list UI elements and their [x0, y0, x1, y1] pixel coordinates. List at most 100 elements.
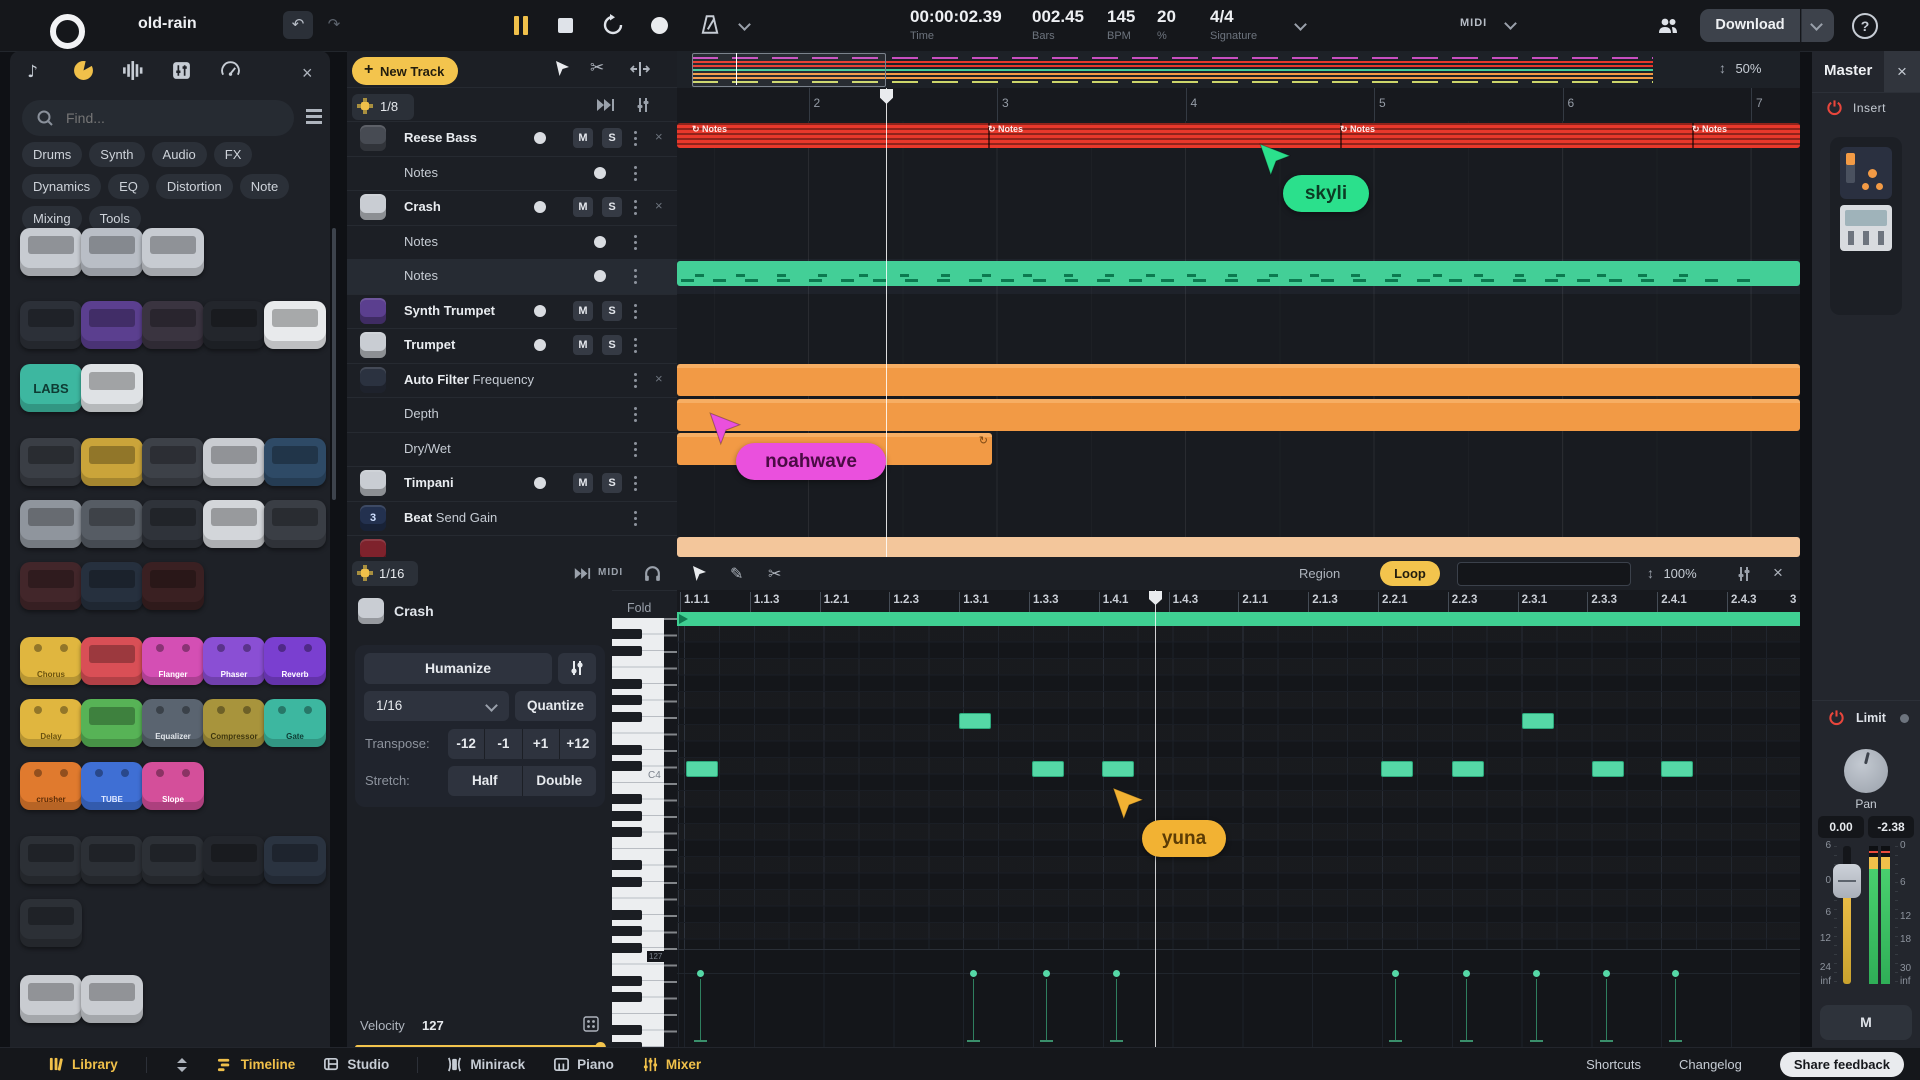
stretch-double[interactable]: Double [523, 766, 597, 796]
velocity-lane[interactable] [677, 949, 1800, 1047]
download-options-button[interactable] [1801, 9, 1834, 42]
dock-sort-icon[interactable] [175, 1057, 189, 1073]
meter-value-box[interactable]: -2.38 [1868, 816, 1914, 838]
redo-button[interactable]: ↷ [321, 14, 347, 36]
search-input[interactable] [64, 104, 278, 132]
library-item[interactable] [20, 228, 82, 276]
library-item-compressor[interactable]: Compressor [203, 699, 265, 747]
transport-chevron-icon[interactable] [738, 18, 751, 31]
library-item[interactable] [81, 438, 143, 486]
filter-pill-synth[interactable]: Synth [89, 142, 144, 167]
midi-note[interactable] [686, 761, 718, 777]
track-row-auto-filter[interactable]: Auto Filter Frequency× [347, 363, 677, 399]
timeline-ruler[interactable]: 234567 [677, 88, 1800, 122]
velocity-stem[interactable] [700, 979, 701, 1041]
track-row-crash[interactable]: CrashMS× [347, 190, 677, 226]
library-item[interactable] [81, 364, 143, 412]
library-item[interactable] [20, 899, 82, 947]
bottombar-link-changelog[interactable]: Changelog [1679, 1057, 1742, 1072]
library-item-equalizer[interactable]: Equalizer [142, 699, 204, 747]
filter-pill-audio[interactable]: Audio [152, 142, 207, 167]
mute-button[interactable]: M [573, 128, 593, 148]
midi-note[interactable] [1032, 761, 1064, 777]
velocity-dot[interactable] [1463, 970, 1470, 977]
velocity-stem[interactable] [1116, 979, 1117, 1041]
library-item[interactable] [142, 301, 204, 349]
midi-chevron-icon[interactable] [1504, 17, 1517, 30]
insert-plugin-thumb[interactable] [1840, 205, 1892, 251]
solo-button[interactable]: S [602, 473, 622, 493]
solo-button[interactable]: S [602, 197, 622, 217]
piano-black-key[interactable] [612, 976, 642, 986]
track-row-notes[interactable]: Notes [347, 259, 677, 295]
sidebar-scrollbar[interactable] [332, 228, 336, 500]
bottom-tab-studio[interactable]: Studio [323, 1056, 389, 1073]
track-filter-icon[interactable] [634, 97, 652, 113]
library-item[interactable] [142, 836, 204, 884]
library-item[interactable] [203, 500, 265, 548]
track-level-dot[interactable] [594, 236, 606, 248]
mute-button[interactable]: M [573, 335, 593, 355]
timeline-lane[interactable] [677, 294, 1800, 330]
velocity-dot[interactable] [970, 970, 977, 977]
piano-black-key[interactable] [612, 827, 642, 837]
pan-knob[interactable] [1844, 749, 1888, 793]
track-row[interactable] [347, 535, 677, 557]
pr-ruler[interactable]: 1.1.11.1.31.2.11.2.31.3.11.3.31.4.11.4.3… [677, 590, 1800, 612]
piano-black-key[interactable] [612, 646, 642, 656]
pointer-tool-icon[interactable] [553, 60, 571, 78]
midi-note[interactable] [959, 713, 991, 729]
help-button[interactable]: ? [1852, 13, 1878, 39]
velocity-stem[interactable] [973, 979, 974, 1041]
piano-black-key[interactable] [612, 943, 642, 953]
solo-button[interactable]: S [602, 301, 622, 321]
piano-black-key[interactable] [612, 877, 642, 887]
library-item[interactable] [81, 228, 143, 276]
track-menu-icon[interactable] [634, 517, 637, 520]
library-item[interactable] [142, 228, 204, 276]
playhead-line[interactable] [886, 88, 887, 557]
filter-pill-note[interactable]: Note [240, 174, 289, 199]
piano-black-key[interactable] [612, 679, 642, 689]
instruments-note-icon[interactable]: ♪ [24, 60, 46, 82]
track-row-timpani[interactable]: TimpaniMS [347, 466, 677, 502]
patches-knob-icon[interactable] [73, 60, 95, 82]
library-item[interactable] [20, 301, 82, 349]
piano-black-key[interactable] [612, 695, 642, 705]
master-mute-button[interactable]: M [1820, 1005, 1912, 1040]
velocity-stem[interactable] [1466, 979, 1467, 1041]
track-menu-icon[interactable] [634, 413, 637, 416]
bottombar-link-shortcuts[interactable]: Shortcuts [1586, 1057, 1641, 1072]
velocity-dot[interactable] [1392, 970, 1399, 977]
follow-playhead-icon[interactable] [595, 97, 615, 113]
track-level-dot[interactable] [594, 270, 606, 282]
fold-label[interactable]: Fold [627, 601, 651, 615]
library-item[interactable] [20, 500, 82, 548]
transport-stat[interactable]: 145BPM [1107, 7, 1135, 42]
transpose-minus1[interactable]: -1 [485, 729, 522, 759]
library-item[interactable] [81, 562, 143, 610]
midi-note[interactable] [1661, 761, 1693, 777]
piano-black-key[interactable] [612, 761, 642, 771]
pr-pointer-tool-icon[interactable] [690, 565, 708, 583]
track-row-beat[interactable]: 3Beat Send Gain [347, 501, 677, 537]
velocity-stem[interactable] [1606, 979, 1607, 1041]
pr-scissors-tool-icon[interactable]: ✂ [768, 564, 781, 584]
track-menu-icon[interactable] [634, 241, 637, 244]
track-row-notes[interactable]: Notes [347, 156, 677, 192]
loops-waveform-icon[interactable] [122, 60, 144, 82]
midi-indicator[interactable]: MIDI [1460, 17, 1487, 29]
share-feedback-button[interactable]: Share feedback [1780, 1052, 1904, 1077]
clip-auto[interactable] [677, 399, 1800, 431]
pr-playhead-line[interactable] [1155, 590, 1156, 1047]
track-row-trumpet[interactable]: TrumpetMS [347, 328, 677, 364]
clip-audio[interactable] [677, 537, 1800, 557]
piano-black-key[interactable] [612, 992, 642, 1002]
transport-stat[interactable]: 20% [1157, 7, 1176, 42]
library-item[interactable] [81, 975, 143, 1023]
quantize-button[interactable]: Quantize [515, 691, 596, 721]
piano-black-key[interactable] [612, 629, 642, 639]
track-menu-icon[interactable] [634, 482, 637, 485]
piano-keys[interactable]: C4 [612, 618, 664, 1047]
bottom-tab-piano[interactable]: Piano [553, 1056, 614, 1073]
